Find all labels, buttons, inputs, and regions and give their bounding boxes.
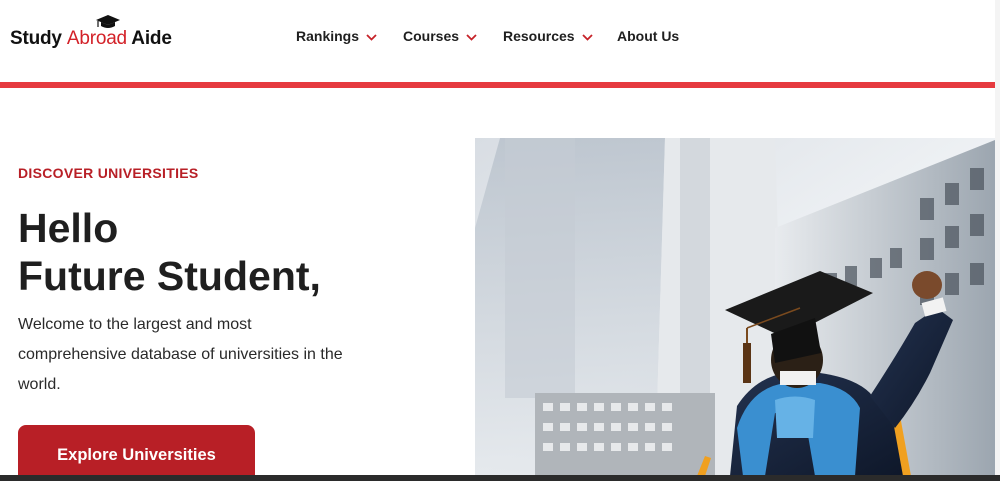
chevron-down-icon bbox=[366, 34, 377, 41]
site-header: Study Abroad Aide Rankings Courses Resou… bbox=[0, 0, 1000, 82]
chevron-down-icon bbox=[466, 34, 477, 41]
logo-word-aide: Aide bbox=[126, 28, 172, 49]
scrollbar[interactable] bbox=[995, 0, 1000, 475]
nav-rankings-label: Rankings bbox=[296, 28, 360, 44]
hero-image bbox=[475, 138, 1000, 476]
logo-word-study: Study bbox=[10, 28, 67, 49]
hero-headline-line1: Hello bbox=[18, 205, 119, 251]
explore-universities-label: Explore Universities bbox=[57, 446, 216, 464]
hero-intro: Welcome to the largest and most comprehe… bbox=[18, 316, 343, 393]
chevron-down-icon bbox=[581, 34, 593, 41]
nav-courses[interactable]: Courses bbox=[403, 28, 477, 44]
nav-courses-label: Courses bbox=[403, 28, 460, 44]
nav-about-us-label: About Us bbox=[617, 28, 680, 44]
hero-eyebrow: DISCOVER UNIVERSITIES bbox=[18, 165, 199, 181]
header-divider bbox=[0, 82, 1000, 88]
graduate-photo-icon bbox=[475, 138, 1000, 476]
taskbar-strip bbox=[0, 475, 1000, 481]
nav-about-us[interactable]: About Us bbox=[617, 28, 679, 44]
nav-rankings[interactable]: Rankings bbox=[296, 28, 377, 44]
logo-word-abroad: Abroad bbox=[66, 28, 127, 49]
hero-headline: Hello Future Student, bbox=[18, 204, 321, 300]
nav-resources-label: Resources bbox=[503, 28, 575, 44]
explore-universities-button[interactable]: Explore Universities bbox=[18, 425, 255, 481]
nav-resources[interactable]: Resources bbox=[503, 28, 593, 44]
site-logo[interactable]: Study Abroad Aide bbox=[10, 14, 190, 54]
hero-headline-line2: Future Student, bbox=[18, 253, 321, 299]
